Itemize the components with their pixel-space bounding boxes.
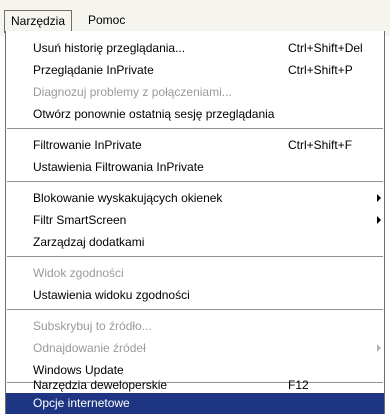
menu-item-label: Filtrowanie InPrivate [33,138,142,152]
menu-item-subscribe-feed: Subskrybuj to źródło... [6,315,384,337]
menu-item-label: Diagnozuj problemy z połączeniami... [33,85,232,99]
menu-item-label: Usuń historię przeglądania... [33,41,186,55]
menu-item-compatibility-view-settings[interactable]: Ustawienia widoku zgodności [6,284,384,306]
menu-item-label: Widok zgodności [33,266,124,280]
menu-item-internet-options[interactable]: Opcje internetowe [6,393,384,414]
menu-item-popup-blocker[interactable]: Blokowanie wyskakujących okienek [6,187,384,209]
submenu-arrow-icon [377,344,381,352]
menu-pomoc[interactable]: Pomoc [82,10,131,31]
menu-item-feed-discovery: Odnajdowanie źródeł [6,337,384,359]
menu-narzedzia[interactable]: Narzędzia [4,10,73,33]
menu-item-label: Odnajdowanie źródeł [33,341,146,355]
menu-item-manage-addons[interactable]: Zarządzaj dodatkami [6,231,384,253]
menu-item-label: Subskrybuj to źródło... [33,319,152,333]
menu-item-shortcut: Ctrl+Shift+F [288,138,353,152]
menu-item-inprivate-filtering-settings[interactable]: Ustawienia Filtrowania InPrivate [6,156,384,178]
menu-item-inprivate-browsing[interactable]: Przeglądanie InPrivate Ctrl+Shift+P [6,59,384,81]
submenu-arrow-icon [377,216,381,224]
menu-separator [7,128,383,130]
menu-item-label: Przeglądanie InPrivate [33,63,154,77]
menu-item-shortcut: Ctrl+Shift+P [288,63,353,77]
menu-item-shortcut: Ctrl+Shift+Del [288,41,363,55]
menu-item-delete-history[interactable]: Usuń historię przeglądania... Ctrl+Shift… [6,37,384,59]
menu-item-label: Otwórz ponownie ostatnią sesję przegląda… [33,107,275,121]
menu-separator [7,181,383,183]
menu-item-reopen-last-session[interactable]: Otwórz ponownie ostatnią sesję przegląda… [6,103,384,125]
menu-separator [7,256,383,258]
menu-separator [7,309,383,311]
menu-item-smartscreen-filter[interactable]: Filtr SmartScreen [6,209,384,231]
menu-item-diagnose-connection: Diagnozuj problemy z połączeniami... [6,81,384,103]
menu-item-label: Zarządzaj dodatkami [33,235,145,249]
menu-item-label: Blokowanie wyskakujących okienek [33,191,223,205]
menu-item-compatibility-view: Widok zgodności [6,262,384,284]
menu-item-label: Ustawienia Filtrowania InPrivate [33,160,204,174]
menu-item-label: Opcje internetowe [33,396,130,410]
menu-item-label: Filtr SmartScreen [33,213,127,227]
menu-item-label: Ustawienia widoku zgodności [33,288,190,302]
submenu-arrow-icon [377,194,381,202]
menu-item-inprivate-filtering[interactable]: Filtrowanie InPrivate Ctrl+Shift+F [6,134,384,156]
tools-dropdown-menu: Usuń historię przeglądania... Ctrl+Shift… [5,31,385,414]
